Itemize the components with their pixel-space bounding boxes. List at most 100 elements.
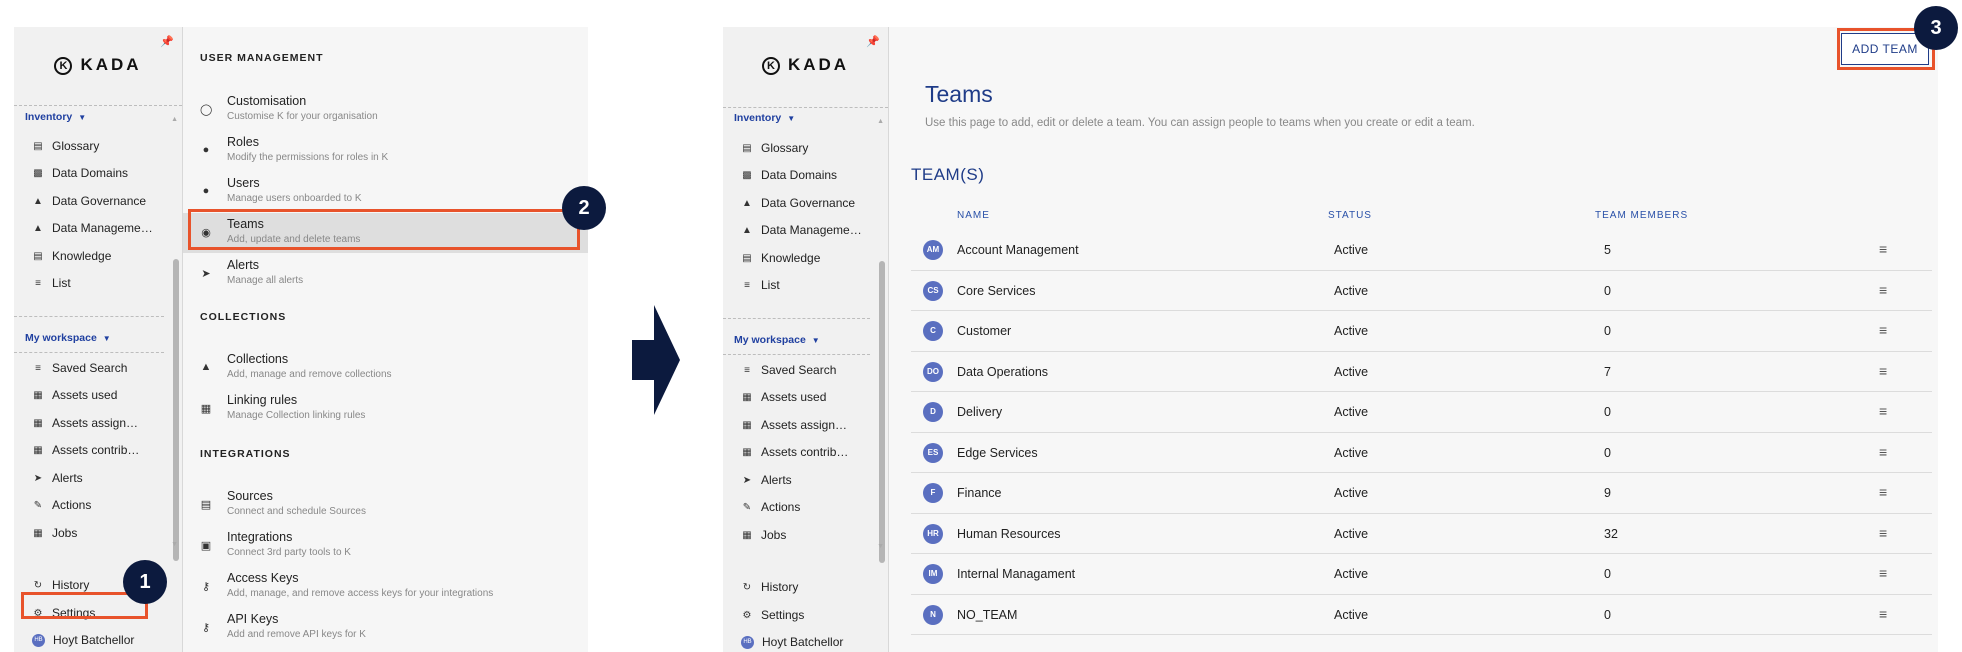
nav-jobs[interactable]: ▦ Jobs: [32, 522, 77, 544]
nav-user-profile[interactable]: HB Hoyt Batchellor: [741, 631, 843, 652]
nav-data-governance[interactable]: ▲ Data Governance: [741, 192, 855, 214]
table-row[interactable]: D Delivery Active 0 ≡: [911, 392, 1932, 433]
menu-integrations[interactable]: ▣ Integrations Connect 3rd party tools t…: [183, 526, 588, 566]
step-badge-1: 1: [123, 560, 167, 604]
nav-assets-assigned[interactable]: ▦ Assets assign…: [32, 412, 138, 434]
scroll-down-icon[interactable]: ▼: [171, 541, 178, 548]
menu-access-keys[interactable]: ⚷ Access Keys Add, manage, and remove ac…: [183, 567, 588, 607]
menu-api-keys[interactable]: ⚷ API Keys Add and remove API keys for K: [183, 608, 588, 648]
table-row[interactable]: DO Data Operations Active 7 ≡: [911, 352, 1932, 392]
nav-assets-used[interactable]: ▦ Assets used: [741, 386, 826, 408]
pencil-icon: ✎: [33, 499, 43, 511]
table-row[interactable]: IM Internal Managament Active 0 ≡: [911, 554, 1932, 595]
filter-icon: ≡: [35, 362, 41, 374]
history-icon: ↻: [33, 579, 43, 591]
table-row[interactable]: HR Human Resources Active 32 ≡: [911, 514, 1932, 554]
row-menu-icon[interactable]: ≡: [1879, 282, 1887, 298]
team-avatar: DO: [923, 361, 943, 382]
row-menu-icon[interactable]: ≡: [1879, 484, 1887, 500]
section-my-workspace[interactable]: My workspace ▼: [25, 332, 111, 344]
sidebar-scrollbar[interactable]: [173, 259, 179, 561]
list-icon: ≡: [35, 277, 41, 289]
row-menu-icon[interactable]: ≡: [1879, 363, 1887, 379]
send-icon: ➤: [201, 268, 211, 280]
table-row[interactable]: C Customer Active 0 ≡: [911, 311, 1932, 352]
table-row[interactable]: ES Edge Services Active 0 ≡: [911, 433, 1932, 473]
document-icon: ▤: [33, 250, 43, 262]
table-row[interactable]: F Finance Active 9 ≡: [911, 473, 1932, 514]
row-menu-icon[interactable]: ≡: [1879, 525, 1887, 541]
table-icon: ▦: [33, 417, 43, 429]
gear-icon: ⚙: [742, 609, 752, 621]
table-row[interactable]: CS Core Services Active 0 ≡: [911, 271, 1932, 311]
column-header-status[interactable]: STATUS: [1328, 210, 1372, 221]
row-menu-icon[interactable]: ≡: [1879, 444, 1887, 460]
column-header-team-members[interactable]: TEAM MEMBERS: [1595, 210, 1688, 221]
menu-users[interactable]: ● Users Manage users onboarded to K: [183, 172, 588, 212]
nav-actions[interactable]: ✎ Actions: [741, 496, 801, 518]
table-row[interactable]: AM Account Management Active 5 ≡: [911, 230, 1932, 271]
page-description: Use this page to add, edit or delete a t…: [925, 117, 1475, 129]
menu-linking-rules[interactable]: ▦ Linking rules Manage Collection linkin…: [183, 389, 588, 429]
nav-actions[interactable]: ✎ Actions: [32, 494, 92, 516]
nav-data-management[interactable]: ▲ Data Manageme…: [741, 219, 862, 241]
row-menu-icon[interactable]: ≡: [1879, 322, 1887, 338]
nav-glossary[interactable]: ▤ Glossary: [741, 137, 808, 159]
nav-data-domains[interactable]: ▩ Data Domains: [32, 162, 128, 184]
hierarchy-icon: ▲: [33, 195, 43, 207]
nav-data-domains[interactable]: ▩ Data Domains: [741, 164, 837, 186]
settings-menu: USER MANAGEMENT ◯ Customisation Customis…: [183, 27, 588, 652]
team-avatar: AM: [923, 240, 943, 260]
nav-glossary[interactable]: ▤ Glossary: [32, 135, 99, 157]
step-badge-2: 2: [562, 186, 606, 230]
nav-list[interactable]: ≡ List: [741, 274, 780, 296]
section-inventory[interactable]: Inventory ▼: [25, 111, 86, 123]
hierarchy-icon: ▲: [33, 222, 43, 234]
nav-alerts[interactable]: ➤ Alerts: [741, 469, 792, 491]
pin-icon[interactable]: 📌: [160, 35, 174, 48]
scroll-up-icon[interactable]: ▲: [171, 116, 178, 123]
caret-down-icon: ▼: [811, 336, 820, 345]
left-sidebar: 📌 K KADA Inventory ▼ ▲ ▤ Glossary ▩ Data Dom…: [14, 27, 183, 652]
hierarchy-icon: ▲: [200, 361, 212, 373]
transition-arrow-icon: [632, 305, 680, 415]
nav-assets-used[interactable]: ▦ Assets used: [32, 384, 117, 406]
menu-roles[interactable]: ● Roles Modify the permissions for roles…: [183, 131, 588, 171]
nav-data-management[interactable]: ▲ Data Manageme…: [32, 217, 153, 239]
row-menu-icon[interactable]: ≡: [1879, 241, 1887, 257]
nav-knowledge[interactable]: ▤ Knowledge: [32, 245, 111, 267]
section-inventory[interactable]: Inventory ▼: [734, 112, 795, 124]
sidebar-scrollbar[interactable]: [879, 261, 885, 563]
table-row[interactable]: N NO_TEAM Active 0 ≡: [911, 595, 1932, 635]
row-menu-icon[interactable]: ≡: [1879, 403, 1887, 419]
nav-assets-contributed[interactable]: ▦ Assets contrib…: [32, 439, 139, 461]
row-menu-icon[interactable]: ≡: [1879, 565, 1887, 581]
row-menu-icon[interactable]: ≡: [1879, 606, 1887, 622]
caret-down-icon: ▼: [78, 113, 87, 122]
nav-assets-contributed[interactable]: ▦ Assets contrib…: [741, 441, 848, 463]
nav-settings[interactable]: ⚙ Settings: [741, 604, 805, 626]
team-avatar: F: [923, 483, 943, 503]
menu-customisation[interactable]: ◯ Customisation Customise K for your org…: [183, 90, 588, 130]
nav-jobs[interactable]: ▦ Jobs: [741, 524, 786, 546]
nav-data-governance[interactable]: ▲ Data Governance: [32, 190, 146, 212]
menu-collections[interactable]: ▲ Collections Add, manage and remove col…: [183, 348, 588, 388]
nav-alerts[interactable]: ➤ Alerts: [32, 467, 83, 489]
column-header-name[interactable]: NAME: [957, 210, 990, 221]
section-my-workspace[interactable]: My workspace ▼: [734, 334, 820, 346]
table-icon: ▦: [33, 444, 43, 456]
scroll-up-icon[interactable]: ▲: [877, 118, 884, 125]
nav-knowledge[interactable]: ▤ Knowledge: [741, 247, 820, 269]
pin-icon[interactable]: 📌: [866, 35, 880, 48]
avatar: HB: [741, 635, 754, 649]
nav-list[interactable]: ≡ List: [32, 272, 71, 294]
menu-sources[interactable]: ▤ Sources Connect and schedule Sources: [183, 485, 588, 525]
nav-history[interactable]: ↻ History: [741, 576, 799, 598]
nav-saved-search[interactable]: ≡ Saved Search: [741, 359, 836, 381]
nav-user-profile[interactable]: HB Hoyt Batchellor: [32, 629, 134, 651]
nav-saved-search[interactable]: ≡ Saved Search: [32, 357, 127, 379]
nav-assets-assigned[interactable]: ▦ Assets assign…: [741, 414, 847, 436]
heading-collections: COLLECTIONS: [200, 311, 287, 323]
scroll-down-icon[interactable]: ▼: [877, 543, 884, 550]
menu-alerts[interactable]: ➤ Alerts Manage all alerts: [183, 254, 588, 294]
